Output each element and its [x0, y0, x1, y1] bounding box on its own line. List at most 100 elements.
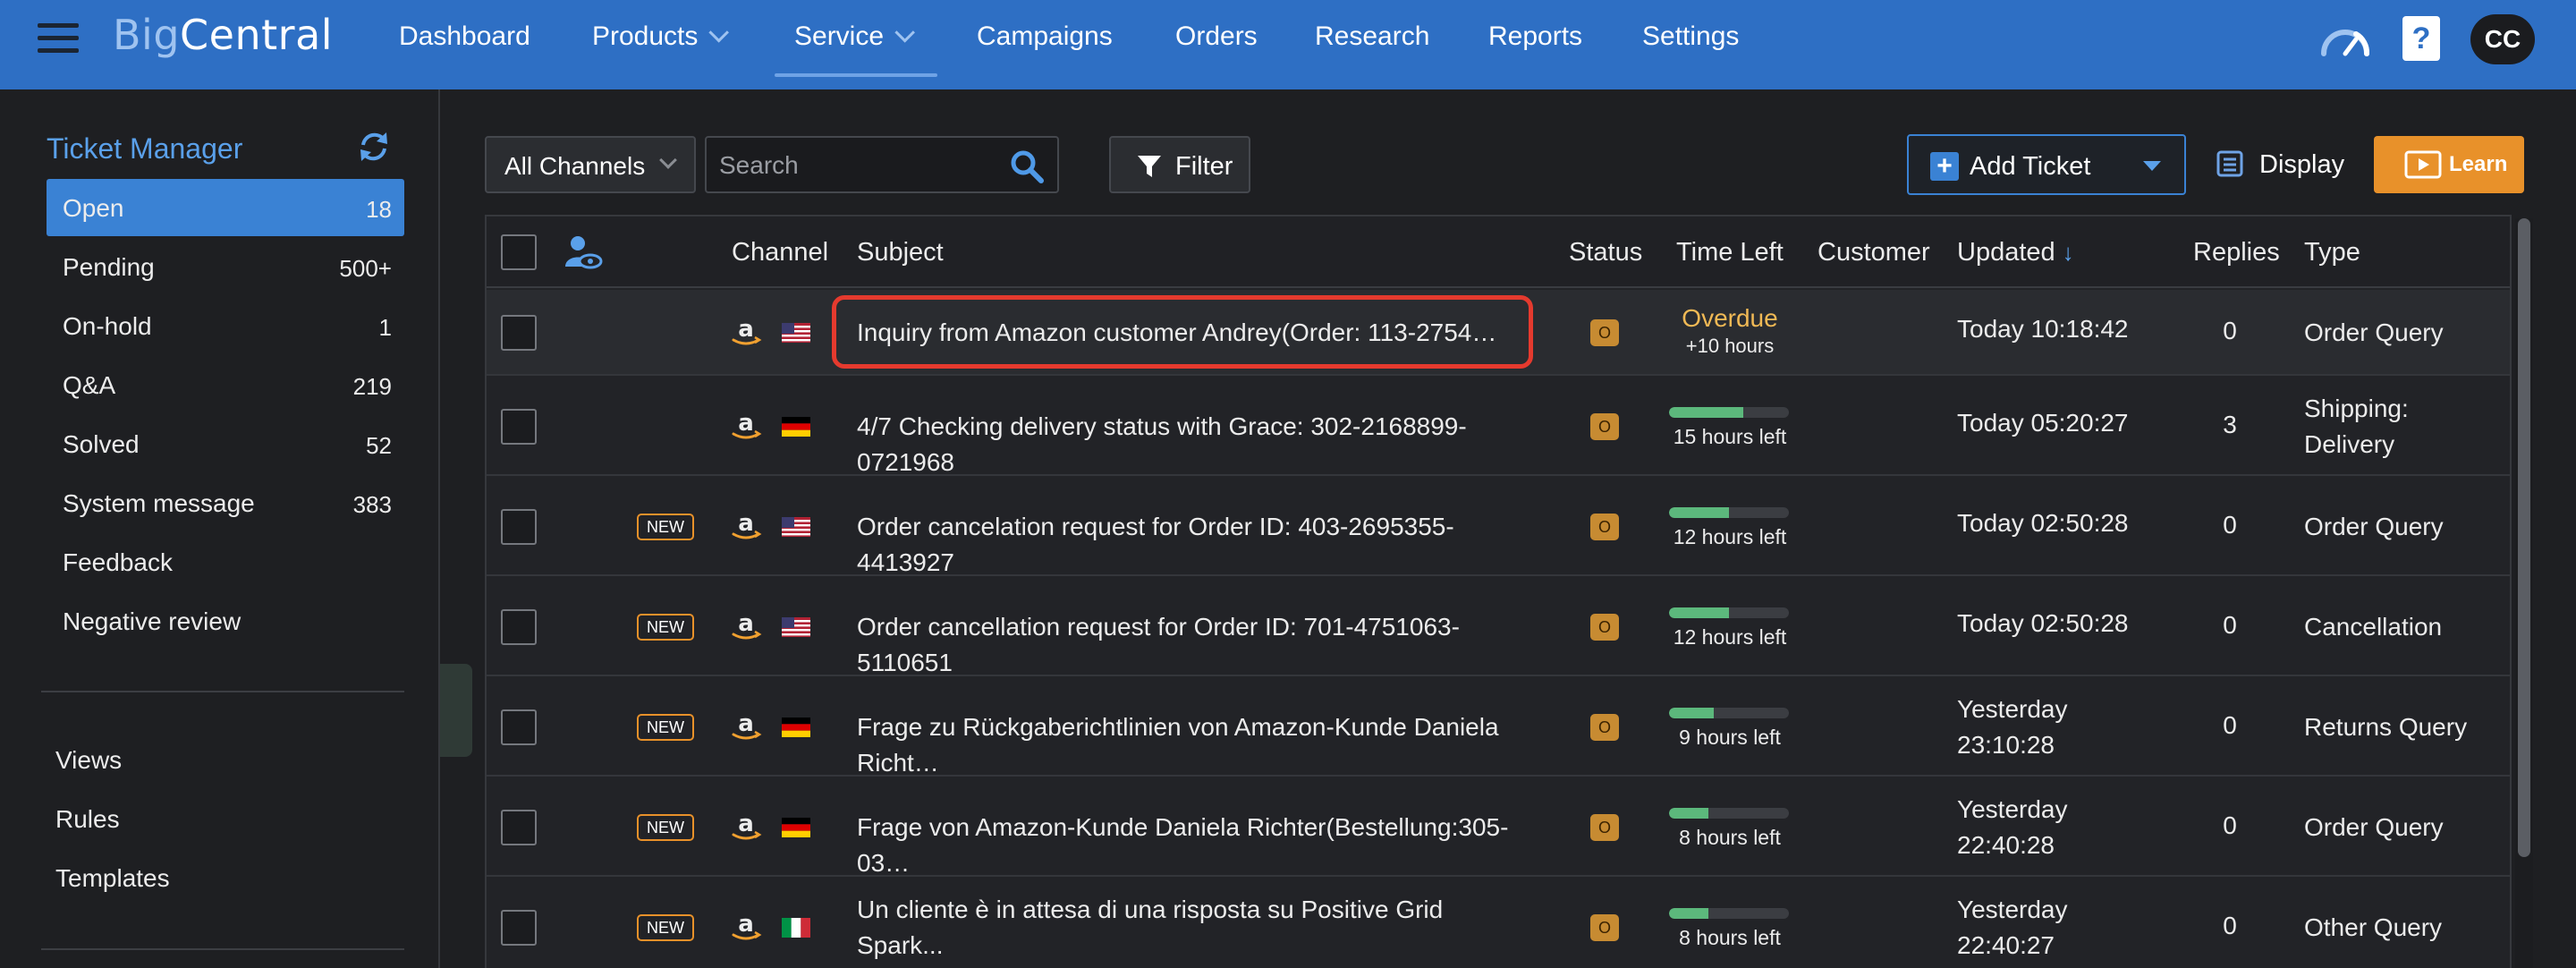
- updated-time: Yesterday 23:10:28: [1957, 695, 2068, 759]
- display-button[interactable]: Display: [2216, 140, 2351, 190]
- learn-button[interactable]: Learn: [2374, 136, 2524, 193]
- svg-text:a: a: [738, 711, 754, 737]
- sort-descending-icon[interactable]: ↓: [2063, 239, 2074, 267]
- row-checkbox[interactable]: [501, 810, 537, 845]
- column-header-updated[interactable]: Updated ↓: [1957, 238, 2074, 267]
- column-header-status[interactable]: Status: [1569, 238, 1642, 267]
- time-left-progress-bar: [1669, 607, 1789, 618]
- ticket-subject-link[interactable]: Frage von Amazon-Kunde Daniela Richter(B…: [857, 810, 1519, 881]
- updated-time: Today 02:50:28: [1957, 509, 2129, 537]
- status-badge: O: [1590, 714, 1619, 741]
- chevron-down-icon: [708, 22, 730, 43]
- sidebar-item-negative-review[interactable]: Negative review: [47, 592, 404, 650]
- add-ticket-button[interactable]: + Add Ticket: [1907, 134, 2186, 195]
- search-box: [705, 136, 1059, 193]
- nav-orders[interactable]: Orders: [1175, 21, 1258, 52]
- sidebar-item-open[interactable]: Open 18: [47, 179, 404, 236]
- updated-time: Today 05:20:27: [1957, 409, 2129, 437]
- ticket-subject-link[interactable]: 4/7 Checking delivery status with Grace:…: [857, 409, 1519, 480]
- row-checkbox[interactable]: [501, 509, 537, 545]
- amazon-icon: a: [730, 911, 762, 944]
- table-scrollbar[interactable]: [2515, 218, 2533, 968]
- ticket-subject-link[interactable]: Frage zu Rückgaberichtlinien von Amazon-…: [857, 709, 1519, 781]
- sidebar-item-pending[interactable]: Pending 500+: [47, 238, 404, 295]
- channel-select[interactable]: All Channels: [485, 136, 696, 193]
- amazon-icon: a: [730, 510, 762, 543]
- sidebar-item-system-message[interactable]: System message 383: [47, 474, 404, 531]
- overdue-indicator: Overdue +10 hours: [1682, 304, 1778, 357]
- ticket-subject-link[interactable]: Order cancellation request for Order ID:…: [857, 609, 1519, 681]
- row-checkbox[interactable]: [501, 910, 537, 946]
- table-row[interactable]: NEW a Frage von Amazon-Kunde Daniela Richt…: [487, 778, 2510, 877]
- ticket-subject-link[interactable]: Inquiry from Amazon customer Andrey(Orde…: [857, 315, 1519, 351]
- speedometer-icon[interactable]: [2318, 21, 2372, 57]
- column-header-subject[interactable]: Subject: [857, 238, 944, 267]
- select-all-checkbox[interactable]: [501, 234, 537, 270]
- user-avatar[interactable]: CC: [2470, 14, 2535, 64]
- table-row[interactable]: a 4/7 Checking delivery status with Grace…: [487, 378, 2510, 476]
- sidebar-item-feedback[interactable]: Feedback: [47, 533, 404, 590]
- row-checkbox[interactable]: [501, 409, 537, 445]
- video-play-icon: [2404, 150, 2442, 179]
- time-left-text: 15 hours left: [1673, 425, 1787, 448]
- svg-text:a: a: [738, 411, 754, 437]
- status-badge: O: [1590, 413, 1619, 440]
- column-header-time-left[interactable]: Time Left: [1676, 238, 1784, 267]
- flag-us-icon: [782, 517, 810, 537]
- nav-research[interactable]: Research: [1315, 21, 1429, 52]
- ticket-type: Cancellation: [2304, 613, 2443, 641]
- new-badge: NEW: [637, 614, 694, 641]
- status-badge: O: [1590, 814, 1619, 841]
- nav-service[interactable]: Service: [794, 21, 916, 52]
- scrollbar-thumb[interactable]: [2518, 218, 2530, 857]
- row-checkbox[interactable]: [501, 709, 537, 745]
- table-row[interactable]: NEW a Order cancelation request for Order …: [487, 478, 2510, 576]
- column-header-customer[interactable]: Customer: [1818, 238, 1930, 267]
- assignee-filter-icon[interactable]: [564, 234, 603, 270]
- column-header-replies[interactable]: Replies: [2193, 238, 2280, 267]
- caret-down-icon[interactable]: [2143, 161, 2161, 171]
- menu-icon[interactable]: [38, 23, 79, 54]
- replies-count: 0: [2223, 611, 2237, 639]
- app-logo[interactable]: BigCentral: [113, 11, 333, 59]
- sidebar: Ticket Manager Open 18 Pending 500+ On-h…: [0, 89, 440, 968]
- nav-dashboard[interactable]: Dashboard: [399, 21, 530, 52]
- count-badge: 1: [378, 314, 392, 341]
- sidebar-link-rules[interactable]: Rules: [55, 805, 120, 834]
- nav-products[interactable]: Products: [592, 21, 730, 52]
- column-header-channel[interactable]: Channel: [732, 238, 828, 267]
- table-row[interactable]: NEW a Un cliente è in attesa di una rispos…: [487, 879, 2510, 968]
- table-header: Channel Subject Status Time Left Custome…: [487, 217, 2510, 288]
- table-row[interactable]: NEW a Order cancellation request for Order…: [487, 578, 2510, 676]
- amazon-icon: a: [730, 811, 762, 844]
- nav-reports[interactable]: Reports: [1488, 21, 1582, 52]
- column-header-type[interactable]: Type: [2304, 238, 2360, 267]
- ticket-subject-link[interactable]: Un cliente è in attesa di una risposta s…: [857, 892, 1519, 964]
- row-checkbox[interactable]: [501, 609, 537, 645]
- sidebar-item-solved[interactable]: Solved 52: [47, 415, 404, 472]
- nav-settings[interactable]: Settings: [1642, 21, 1739, 52]
- status-badge: O: [1590, 514, 1619, 540]
- sidebar-item-on-hold[interactable]: On-hold 1: [47, 297, 404, 354]
- refresh-icon[interactable]: [356, 129, 392, 165]
- time-left-progress-bar: [1669, 808, 1789, 819]
- help-icon[interactable]: ?: [2402, 16, 2440, 61]
- ticket-type: Order Query: [2304, 318, 2444, 346]
- new-badge: NEW: [637, 914, 694, 941]
- sidebar-link-views[interactable]: Views: [55, 746, 122, 775]
- table-row[interactable]: a Inquiry from Amazon customer Andrey(Ord…: [487, 290, 2510, 376]
- svg-text:a: a: [738, 511, 754, 537]
- table-row[interactable]: NEW a Frage zu Rückgaberichtlinien von Ama…: [487, 678, 2510, 777]
- sidebar-link-templates[interactable]: Templates: [55, 864, 170, 893]
- chevron-down-icon: [894, 22, 916, 43]
- search-icon[interactable]: [1009, 149, 1045, 184]
- filter-button[interactable]: Filter: [1109, 136, 1250, 193]
- amazon-icon: a: [730, 710, 762, 743]
- svg-text:a: a: [738, 611, 754, 637]
- search-input[interactable]: [719, 147, 996, 184]
- row-checkbox[interactable]: [501, 315, 537, 351]
- sidebar-collapse-handle[interactable]: [440, 664, 472, 757]
- ticket-subject-link[interactable]: Order cancelation request for Order ID: …: [857, 509, 1519, 581]
- sidebar-item-qa[interactable]: Q&A 219: [47, 356, 404, 413]
- nav-campaigns[interactable]: Campaigns: [977, 21, 1113, 52]
